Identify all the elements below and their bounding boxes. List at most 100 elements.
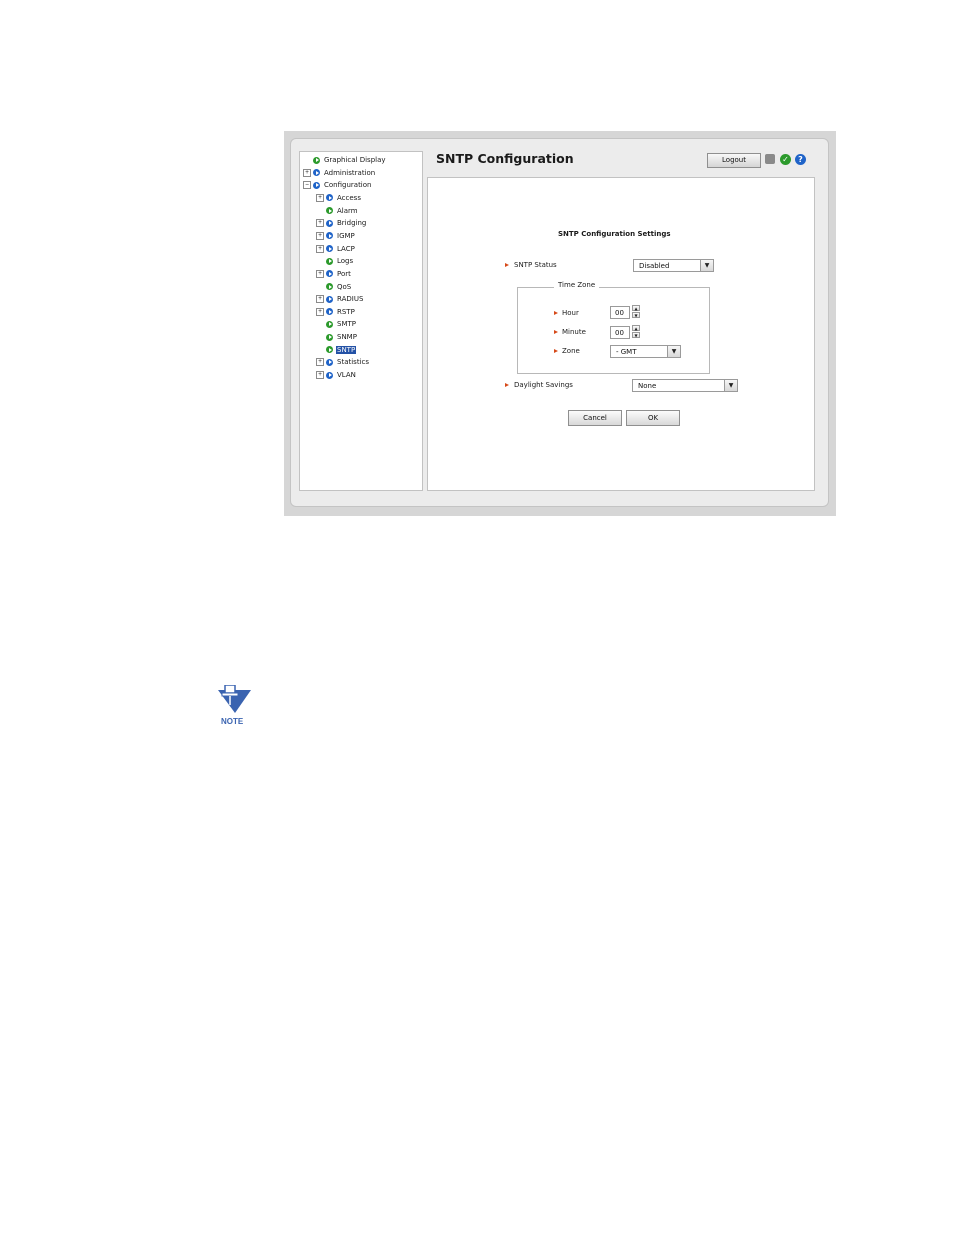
tree-item-label: Bridging: [337, 219, 367, 228]
tree-item-label: Access: [337, 193, 361, 202]
note-pin-icon: [218, 684, 251, 713]
tree-item-label: LACP: [337, 244, 355, 253]
folder-arrow-icon: [326, 219, 333, 227]
tree-item-label: Alarm: [337, 206, 358, 215]
page-arrow-icon: [326, 320, 333, 328]
time-zone-legend: Time Zone: [554, 281, 600, 289]
minute-spin-down-button[interactable]: ▼: [632, 332, 640, 338]
chevron-down-icon[interactable]: ▼: [667, 346, 680, 357]
hour-spin-down-button[interactable]: ▼: [632, 312, 640, 318]
folder-arrow-icon: [326, 358, 333, 366]
tree-item-access[interactable]: + Access: [316, 192, 362, 204]
tree-item-label: VLAN: [337, 371, 356, 380]
folder-arrow-icon: [326, 270, 333, 278]
app-window: Graphical Display + Administration − Configu…: [290, 138, 829, 507]
content-panel: SNTP Configuration Settings SNTP Status …: [427, 177, 815, 491]
note-icon: NOTE: [215, 684, 253, 727]
logout-button[interactable]: Logout: [707, 153, 761, 168]
note-label: NOTE: [221, 717, 244, 726]
tree-item-qos[interactable]: QoS: [316, 281, 352, 293]
tree-item-alarm[interactable]: Alarm: [316, 205, 359, 217]
folder-arrow-icon: [326, 232, 333, 240]
hour-input[interactable]: 00: [610, 306, 630, 319]
folder-arrow-icon: [313, 181, 320, 189]
tree-item-label: SMTP: [337, 320, 356, 329]
zone-label: Zone: [562, 347, 580, 355]
expand-icon[interactable]: +: [316, 307, 324, 316]
tree-item-label: Statistics: [337, 358, 369, 367]
page-title: SNTP Configuration: [436, 151, 574, 166]
expand-icon[interactable]: +: [316, 193, 324, 202]
tree-item-label: Port: [337, 269, 351, 278]
tree-item-label: Administration: [324, 168, 376, 177]
expand-icon[interactable]: +: [316, 358, 324, 367]
sntp-status-select[interactable]: Disabled ▼: [633, 259, 714, 272]
folder-arrow-icon: [326, 295, 333, 303]
screenshot-panel: Graphical Display + Administration − Configu…: [284, 131, 836, 516]
tree-item-graphical-display[interactable]: Graphical Display: [303, 154, 387, 166]
folder-arrow-icon: [326, 245, 333, 253]
collapse-icon[interactable]: −: [303, 181, 311, 190]
tree-item-label: Graphical Display: [324, 156, 386, 164]
tree-item-statistics[interactable]: + Statistics: [316, 356, 370, 368]
field-arrow-icon: [505, 263, 509, 267]
hour-label: Hour: [562, 309, 579, 317]
folder-arrow-icon: [326, 308, 333, 316]
expand-icon[interactable]: +: [303, 168, 311, 177]
ok-button[interactable]: OK: [626, 410, 680, 426]
tree-item-label: Logs: [337, 257, 354, 266]
tree-item-radius[interactable]: + RADIUS: [316, 293, 364, 305]
cancel-button[interactable]: Cancel: [568, 410, 622, 426]
folder-arrow-icon: [326, 194, 333, 202]
save-icon[interactable]: [765, 154, 775, 164]
tree-item-lacp[interactable]: + LACP: [316, 243, 356, 255]
sntp-status-label: SNTP Status: [514, 261, 557, 269]
chevron-down-icon[interactable]: ▼: [700, 260, 713, 271]
section-title: SNTP Configuration Settings: [558, 230, 671, 238]
page-arrow-icon: [326, 257, 333, 265]
tree-item-label: Configuration: [324, 181, 372, 190]
chevron-down-icon[interactable]: ▼: [724, 380, 737, 391]
page-arrow-icon: [326, 283, 333, 290]
minute-label: Minute: [562, 328, 586, 336]
minute-spin-up-button[interactable]: ▲: [632, 325, 640, 331]
minute-input[interactable]: 00: [610, 326, 630, 339]
page-arrow-icon: [326, 346, 333, 354]
field-arrow-icon: [554, 349, 558, 353]
tree-item-rstp[interactable]: + RSTP: [316, 306, 356, 318]
hour-spin-up-button[interactable]: ▲: [632, 305, 640, 311]
zone-value: - GMT: [616, 348, 637, 356]
daylight-savings-label: Daylight Savings: [514, 381, 573, 389]
tree-item-port[interactable]: + Port: [316, 268, 352, 280]
folder-arrow-icon: [326, 371, 333, 379]
page-arrow-icon: [326, 207, 333, 215]
zone-select[interactable]: - GMT ▼: [610, 345, 681, 358]
check-icon[interactable]: ✓: [780, 154, 791, 165]
expand-icon[interactable]: +: [316, 269, 324, 278]
tree-item-label: QoS: [337, 282, 352, 291]
expand-icon[interactable]: +: [316, 295, 324, 304]
tree-item-smtp[interactable]: SMTP: [316, 318, 357, 330]
folder-arrow-icon: [313, 169, 320, 177]
tree-item-configuration[interactable]: − Configuration: [303, 179, 372, 191]
sntp-status-value: Disabled: [639, 262, 670, 270]
page-arrow-icon: [326, 333, 333, 341]
field-arrow-icon: [554, 330, 558, 334]
expand-icon[interactable]: +: [316, 371, 324, 380]
tree-item-sntp[interactable]: SNTP: [316, 344, 357, 356]
daylight-savings-select[interactable]: None ▼: [632, 379, 738, 392]
tree-item-label: SNTP: [336, 345, 357, 354]
tree-item-vlan[interactable]: + VLAN: [316, 369, 357, 381]
expand-icon[interactable]: +: [316, 244, 324, 253]
tree-item-label: SNMP: [337, 333, 357, 342]
tree-item-snmp[interactable]: SNMP: [316, 331, 358, 343]
tree-item-administration[interactable]: + Administration: [303, 167, 376, 179]
tree-item-label: IGMP: [337, 231, 355, 240]
tree-item-logs[interactable]: Logs: [316, 255, 354, 267]
expand-icon[interactable]: +: [316, 231, 324, 240]
help-icon[interactable]: ?: [795, 154, 806, 165]
tree-item-bridging[interactable]: + Bridging: [316, 217, 367, 229]
tree-item-igmp[interactable]: + IGMP: [316, 230, 356, 242]
page-arrow-icon: [313, 156, 320, 164]
expand-icon[interactable]: +: [316, 219, 324, 228]
